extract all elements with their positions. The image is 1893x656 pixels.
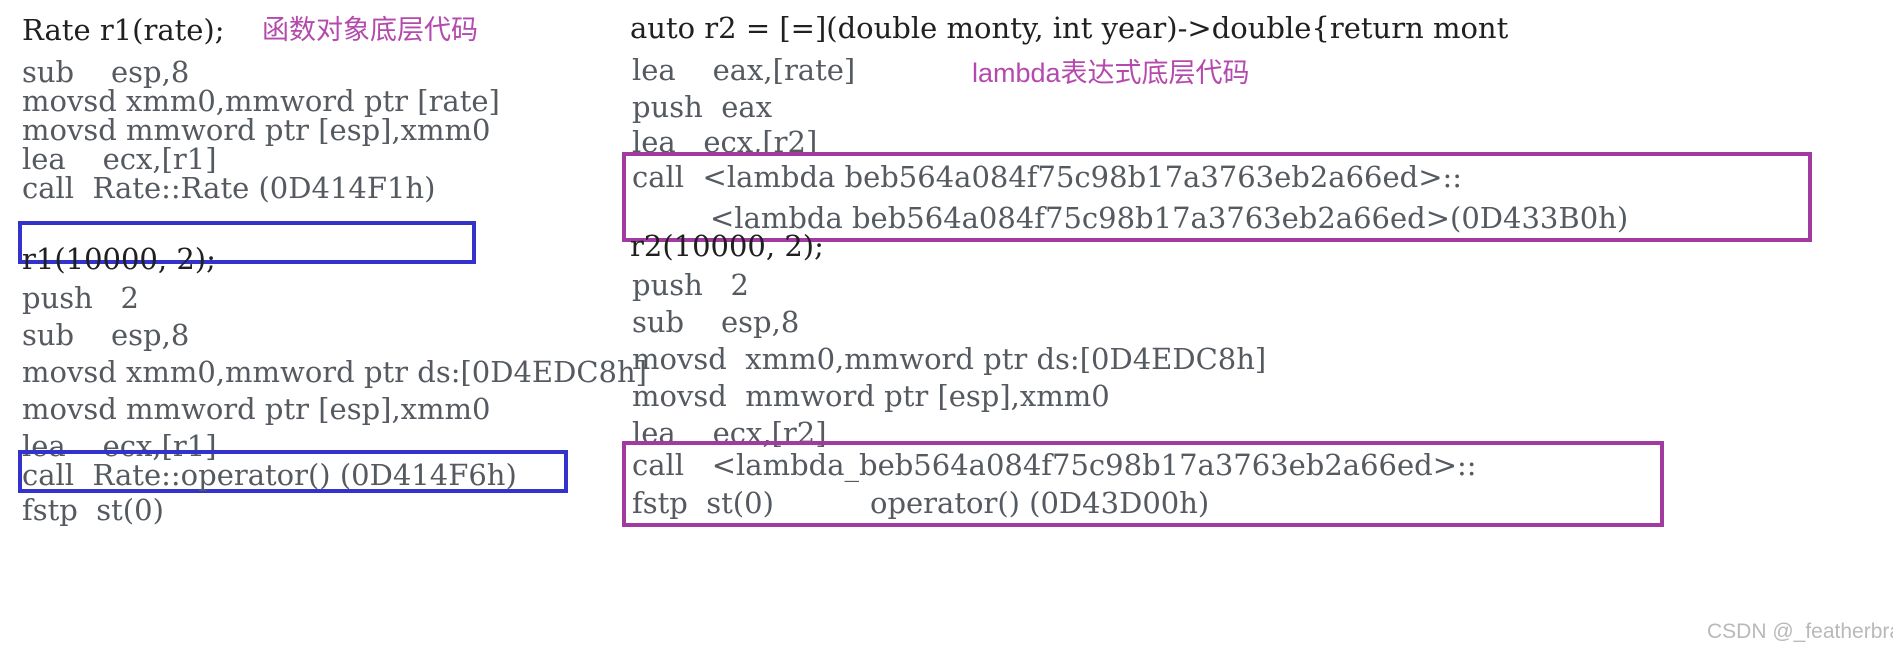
left-highlighted-call-constructor: call Rate::Rate (0D414F1h) [22, 171, 436, 205]
left-source-line-declaration: Rate r1(rate); [22, 13, 225, 47]
left-asm2-trailing-line: fstp st(0) [22, 493, 164, 527]
lambda-annotation-label: lambda表达式底层代码 [972, 58, 1250, 88]
right-asm2-overlap-line-fstp: fstp st(0) [632, 486, 774, 520]
right-source-line-lambda-declaration: auto r2 = [=](double monty, int year)->d… [630, 11, 1509, 45]
left-source-line-invocation: r1(10000, 2); [22, 242, 216, 276]
right-highlighted-lambda-call-line-1: call <lambda beb564a084f75c98b17a3763eb2… [632, 160, 1463, 194]
lambda-code-column: auto r2 = [=](double monty, int year)->d… [622, 0, 1893, 656]
right-highlighted-lambda-call-line-2: <lambda beb564a084f75c98b17a3763eb2a66ed… [710, 201, 1629, 235]
function-object-annotation-label: 函数对象底层代码 [262, 15, 478, 45]
right-highlighted-lambda-operator-line-2: operator() (0D43D00h) [870, 486, 1210, 520]
csdn-watermark: CSDN @_featherbrain [1707, 620, 1893, 643]
right-source-line-lambda-invocation: r2(10000, 2); [630, 229, 824, 263]
